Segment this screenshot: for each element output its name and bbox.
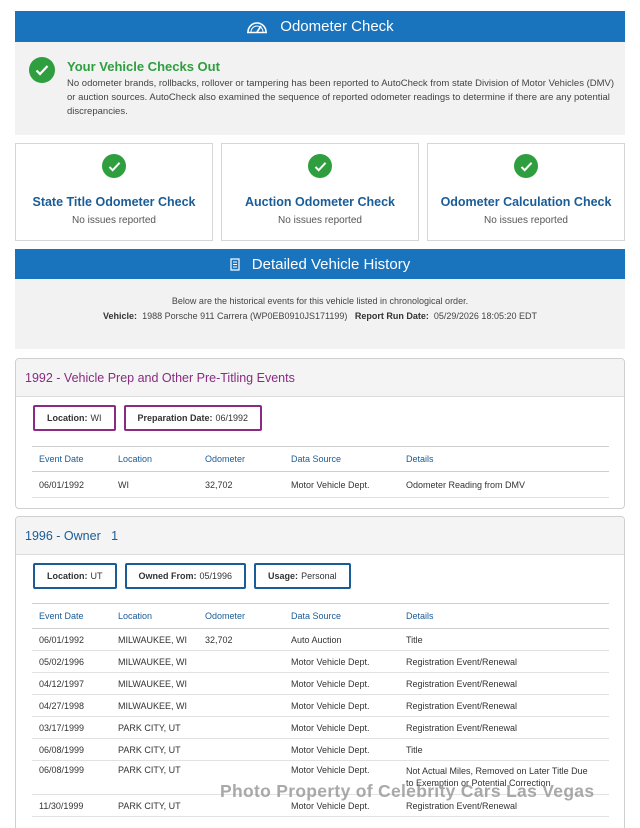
section-title: 1992 - Vehicle Prep and Other Pre-Titlin… [16, 359, 624, 397]
vehicle-checks-out-panel: Your Vehicle Checks Out No odometer bran… [15, 42, 625, 135]
owned-from-tag: Owned From: 05/1996 [124, 563, 247, 589]
vehicle-history-title: Detailed Vehicle History [251, 255, 411, 273]
vehicle-value: 1988 Porsche 911 Carrera (WP0EB0910JS171… [142, 311, 348, 321]
col-data-source: Data Source [291, 611, 342, 621]
events-table: Event Date Location Odometer Data Source… [32, 446, 609, 498]
odometer-check-title: Odometer Check [280, 18, 394, 35]
vehicle-label: Vehicle: [103, 311, 138, 321]
table-row: 04/12/1997 MILWAUKEE, WI Motor Vehicle De… [32, 673, 609, 695]
photo-watermark: Photo Property of Celebrity Cars Las Veg… [220, 781, 595, 801]
vehicle-info-line: Vehicle: 1988 Porsche 911 Carrera (WP0EB… [15, 311, 625, 321]
card-title: State Title Odometer Check [32, 195, 196, 209]
table-row: 06/01/1992 WI 32,702 Motor Vehicle Dept.… [32, 472, 609, 498]
state-title-odometer-card: State Title Odometer Check No issues rep… [15, 143, 213, 241]
preparation-date-tag: Preparation Date: 06/1992 [123, 405, 263, 431]
section-title: 1996 - Owner 1 [16, 517, 624, 555]
vehicle-history-banner: Detailed Vehicle History [15, 249, 625, 279]
col-details: Details [406, 454, 434, 464]
auction-odometer-card: Auction Odometer Check No issues reporte… [221, 143, 419, 241]
col-odometer: Odometer [205, 454, 246, 464]
usage-tag: Usage: Personal [254, 563, 351, 589]
col-event-date: Event Date [39, 454, 84, 464]
odometer-calculation-card: Odometer Calculation Check No issues rep… [427, 143, 625, 241]
checks-out-description: No odometer brands, rollbacks, rollover … [67, 78, 615, 118]
card-title: Auction Odometer Check [244, 195, 396, 209]
card-status: No issues reported [484, 215, 568, 226]
table-row: 05/02/1996 MILWAUKEE, WI Motor Vehicle De… [32, 651, 609, 673]
col-event-date: Event Date [39, 611, 84, 621]
col-data-source: Data Source [291, 454, 342, 464]
run-date-label: Report Run Date: [354, 311, 429, 321]
check-icon [29, 57, 55, 83]
check-icon [514, 154, 538, 178]
location-tag: Location: WI [33, 405, 116, 431]
col-location: Location [118, 611, 153, 621]
table-row: 03/17/1999 PARK CITY, UT Motor Vehicle De… [32, 717, 609, 739]
table-row: 04/27/1998 MILWAUKEE, WI Motor Vehicle De… [32, 695, 609, 717]
table-row: 06/01/1992 MILWAUKEE, WI 32,702 Auto Aucti… [32, 629, 609, 651]
card-status: No issues reported [72, 215, 156, 226]
speedometer-icon [246, 20, 268, 34]
table-header: Event Date Location Odometer Data Source… [32, 603, 609, 629]
col-location: Location [118, 454, 153, 464]
section-1992-pretitling: 1992 - Vehicle Prep and Other Pre-Titlin… [15, 358, 625, 509]
odometer-check-banner: Odometer Check [15, 11, 625, 42]
section-tags: Location: WI Preparation Date: 06/1992 [33, 405, 270, 431]
section-tags: Location: UT Owned From: 05/1996 Usage: Per… [33, 563, 359, 589]
card-title: Odometer Calculation Check [440, 195, 612, 209]
card-status: No issues reported [278, 215, 362, 226]
col-details: Details [406, 611, 434, 621]
checks-out-title: Your Vehicle Checks Out [67, 59, 220, 74]
document-icon [230, 257, 240, 271]
check-icon [102, 154, 126, 178]
table-header: Event Date Location Odometer Data Source… [32, 446, 609, 472]
odometer-check-cards: State Title Odometer Check No issues rep… [15, 143, 625, 241]
location-tag: Location: UT [33, 563, 117, 589]
history-intro: Below are the historical events for this… [15, 279, 625, 349]
check-icon [308, 154, 332, 178]
intro-text: Below are the historical events for this… [171, 296, 469, 306]
col-odometer: Odometer [205, 611, 246, 621]
table-row: 06/08/1999 PARK CITY, UT Motor Vehicle De… [32, 739, 609, 761]
run-date-value: 05/29/2026 18:05:20 EDT [433, 311, 537, 321]
